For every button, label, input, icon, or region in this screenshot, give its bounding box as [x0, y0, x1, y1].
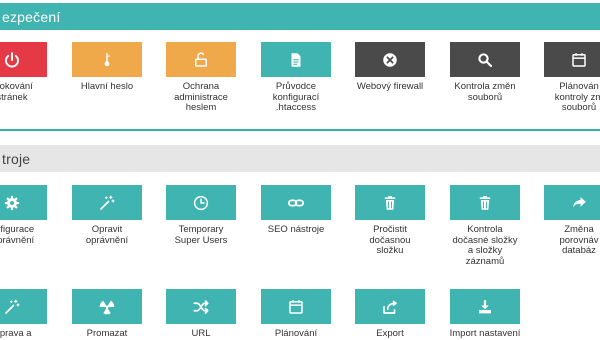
tools-tile-label[interactable]: Plánování	[255, 328, 337, 340]
power-icon	[3, 51, 21, 69]
tools-tile-export[interactable]: Export	[355, 289, 425, 340]
tools-tile-opravit-opravneni[interactable]: Opravit oprávnění	[72, 185, 142, 246]
tools-tile-button[interactable]	[0, 289, 47, 324]
import-icon	[476, 298, 494, 316]
tools-tile-button[interactable]	[72, 185, 142, 220]
security-tile-button[interactable]	[166, 42, 236, 77]
tools-tile-procistit-docasnou-slozku[interactable]: Pročistit dočasnou složku	[355, 185, 425, 257]
tools-tile-temporary-super-users[interactable]: Temporary Super Users	[166, 185, 236, 246]
trash-icon	[476, 194, 494, 212]
security-tile-webovy-firewall[interactable]: Webový firewall	[355, 42, 425, 93]
security-tile-hlavni-heslo[interactable]: Hlavní heslo	[72, 42, 142, 93]
security-tile-blokovani-stranek[interactable]: Blokovánístránek	[0, 42, 47, 103]
tools-tile-button[interactable]	[72, 289, 142, 324]
share-icon	[570, 194, 588, 212]
tools-tile-button[interactable]	[261, 185, 331, 220]
tools-tile-seo-nastroje[interactable]: SEO nástroje	[261, 185, 331, 236]
tools-tile-onfigurace-opravneni[interactable]: onfiguraceOprávnění	[0, 185, 47, 246]
tools-tile-button[interactable]	[0, 185, 47, 220]
tools-tile-label[interactable]: Import nastavení	[444, 328, 526, 340]
tools-tile-url[interactable]: URL	[166, 289, 236, 340]
tools-tile-button[interactable]	[166, 185, 236, 220]
security-tile-label[interactable]: Průvodce konfigurací .htaccess	[255, 81, 337, 114]
security-tile-pruvodce-konfiguraci-htaccess[interactable]: Průvodce konfigurací .htaccess	[261, 42, 331, 114]
tools-tile-label[interactable]: Promazat	[66, 328, 148, 340]
magic-wand-icon	[98, 194, 116, 212]
security-tile-button[interactable]	[450, 42, 520, 77]
close-circle-icon	[381, 51, 399, 69]
tools-tile-label[interactable]: Temporary Super Users	[160, 224, 242, 246]
tools-tile-label[interactable]: onfiguraceOprávnění	[0, 224, 53, 246]
tools-tile-kontrola-docasne-slozky-a-slozky-zaznamu[interactable]: Kontrola dočasné složky a složky záznamů	[450, 185, 520, 267]
tools-tile-button[interactable]	[261, 289, 331, 324]
tools-tile-label[interactable]: Kontrola dočasné složky a složky záznamů	[444, 224, 526, 267]
security-tile-button[interactable]	[0, 42, 47, 77]
shuffle-icon	[192, 298, 210, 316]
tools-tile-import-nastaveni[interactable]: Import nastavení	[450, 289, 520, 340]
security-tile-label[interactable]: Webový firewall	[349, 81, 431, 93]
security-tile-label[interactable]: Hlavní heslo	[66, 81, 148, 93]
tools-tile-button[interactable]	[355, 289, 425, 324]
tools-section-title: troje	[2, 150, 31, 167]
tools-tile-label[interactable]: Oprava a	[0, 328, 53, 340]
calendar-icon	[570, 51, 588, 69]
security-tile-ochrana-administrace-heslem[interactable]: Ochrana administrace heslem	[166, 42, 236, 114]
tools-tile-promazat[interactable]: Promazat	[72, 289, 142, 340]
tools-tile-zmena-porovnav-databaz[interactable]: Změna porovnáv databáz	[544, 185, 600, 257]
security-section-header: ezpečení	[0, 3, 600, 30]
gear-icon	[3, 194, 21, 212]
magic-wand-icon	[3, 298, 21, 316]
tools-tile-label[interactable]: Změna porovnáv databáz	[538, 224, 600, 257]
security-tile-button[interactable]	[544, 42, 600, 77]
security-tile-label[interactable]: Kontrola změn souborů	[444, 81, 526, 103]
security-section-title: ezpečení	[2, 8, 61, 25]
security-tile-button[interactable]	[261, 42, 331, 77]
tools-tile-planovani[interactable]: Plánování	[261, 289, 331, 340]
document-icon	[287, 51, 305, 69]
security-tile-label[interactable]: Plánován kontroly zm souborů	[538, 81, 600, 114]
tools-tile-button[interactable]	[450, 185, 520, 220]
tools-section-header: troje	[0, 145, 600, 172]
tools-tile-button[interactable]	[355, 185, 425, 220]
security-tile-label[interactable]: Blokovánístránek	[0, 81, 53, 103]
security-tile-kontrola-zmen-souboru[interactable]: Kontrola změn souborů	[450, 42, 520, 103]
tools-tile-label[interactable]: URL	[160, 328, 242, 340]
tools-tile-button[interactable]	[166, 289, 236, 324]
tools-tile-label[interactable]: SEO nástroje	[255, 224, 337, 236]
calendar-icon	[287, 298, 305, 316]
security-tile-button[interactable]	[72, 42, 142, 77]
tools-tile-label[interactable]: Pročistit dočasnou složku	[349, 224, 431, 257]
tools-tile-button[interactable]	[544, 185, 600, 220]
security-tile-button[interactable]	[355, 42, 425, 77]
tools-tile-label[interactable]: Export	[349, 328, 431, 340]
clock-icon	[192, 194, 210, 212]
section-divider	[0, 129, 600, 131]
trash-icon	[381, 194, 399, 212]
export-icon	[381, 298, 399, 316]
key-icon	[98, 51, 116, 69]
tools-tile-oprava-a[interactable]: Oprava a	[0, 289, 47, 340]
tools-tile-label[interactable]: Opravit oprávnění	[66, 224, 148, 246]
tools-tile-button[interactable]	[450, 289, 520, 324]
link-icon	[287, 194, 305, 212]
search-icon	[476, 51, 494, 69]
security-tile-planovan-kontroly-zm-souboru[interactable]: Plánován kontroly zm souborů	[544, 42, 600, 114]
security-tile-label[interactable]: Ochrana administrace heslem	[160, 81, 242, 114]
unlock-icon	[192, 51, 210, 69]
radiation-icon	[98, 298, 116, 316]
